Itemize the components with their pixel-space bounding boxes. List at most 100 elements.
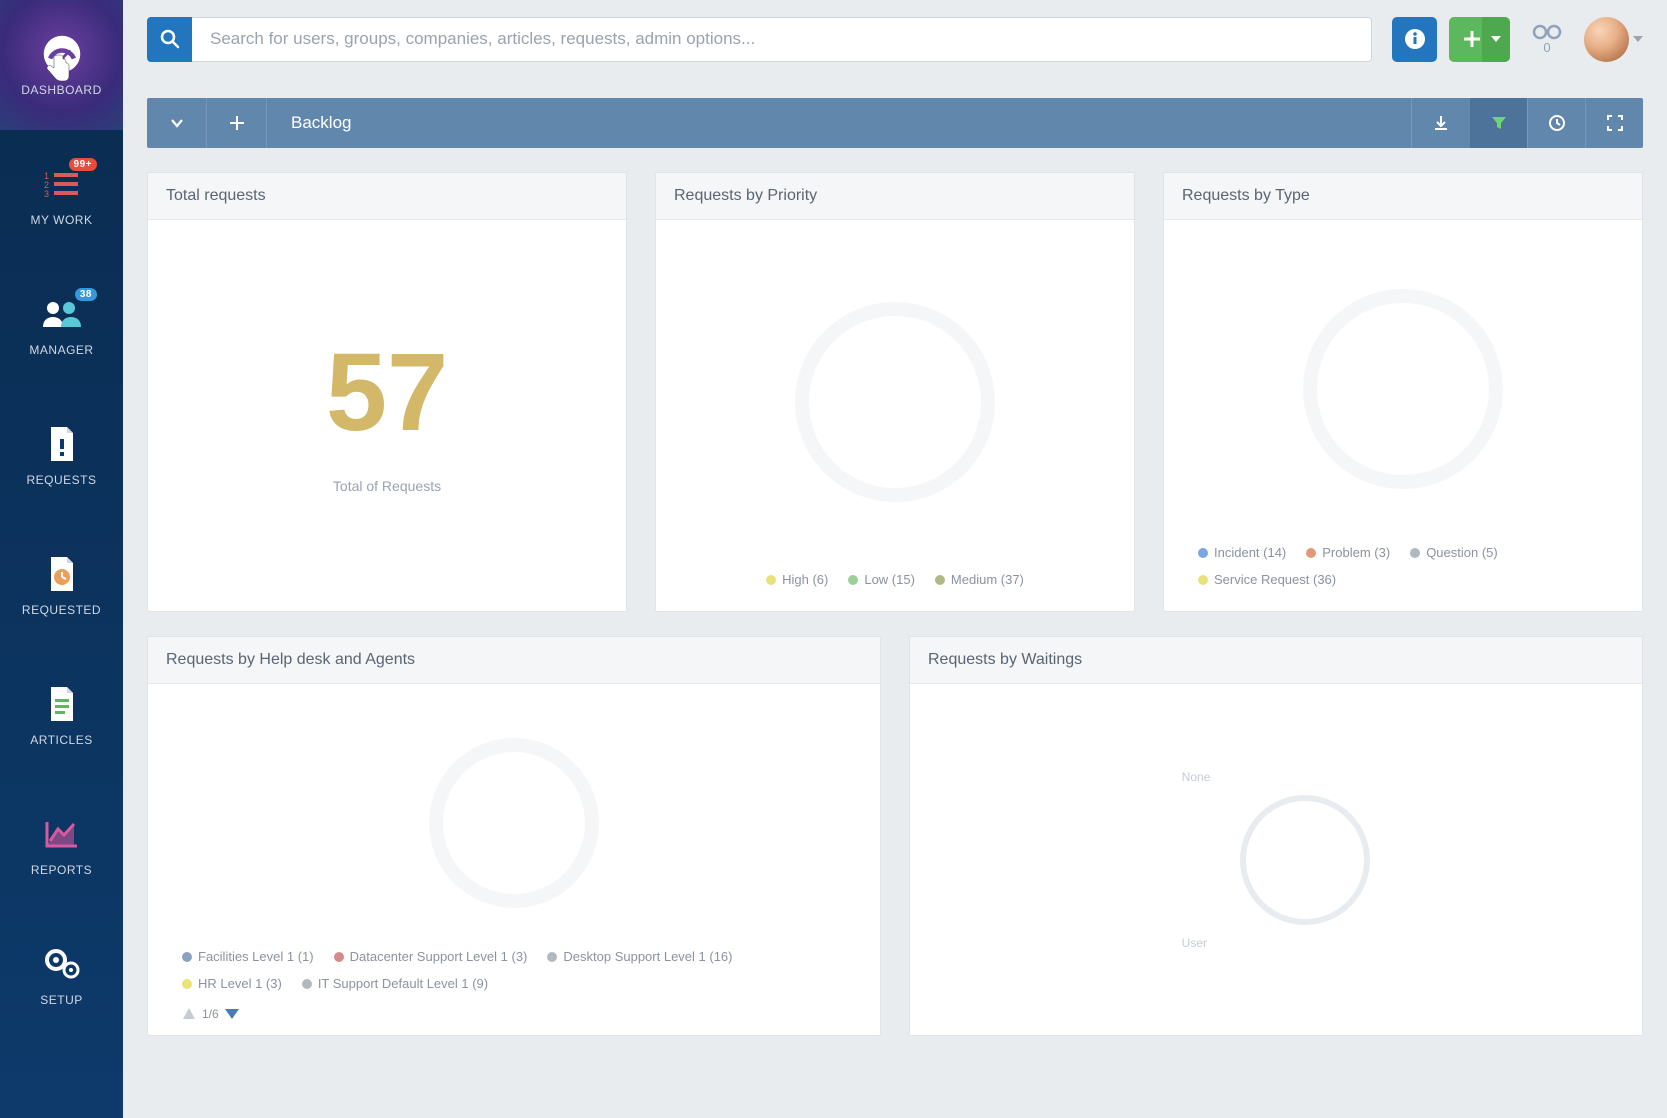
fullscreen-icon <box>1606 114 1624 132</box>
legend-dot <box>848 575 858 585</box>
pagebar-clock-button[interactable] <box>1527 98 1585 148</box>
legend-type: Incident (14) Problem (3) Question (5) S… <box>1184 537 1622 603</box>
card-requests-by-waitings: Requests by Waitings None User <box>909 636 1643 1036</box>
legend-item: Service Request (36) <box>1198 572 1336 587</box>
legend-item: HR Level 1 (3) <box>182 976 282 991</box>
legend-item: Desktop Support Level 1 (16) <box>547 949 732 964</box>
legend-dot <box>334 952 344 962</box>
card-title: Requests by Help desk and Agents <box>148 637 880 684</box>
legend-item: Low (15) <box>848 572 915 587</box>
ring-chart-placeholder <box>1240 795 1370 925</box>
sidebar-item-mywork[interactable]: 123 99+ MY WORK <box>0 130 123 260</box>
plus-icon <box>1462 29 1482 49</box>
legend-dot <box>182 952 192 962</box>
legend-item: IT Support Default Level 1 (9) <box>302 976 488 991</box>
card-requests-by-type: Requests by Type Incident (14) Problem (… <box>1163 172 1643 612</box>
legend-dot <box>547 952 557 962</box>
info-icon <box>1404 28 1426 50</box>
sidebar: DASHBOARD 123 99+ MY WORK 38 MANAGER REQ… <box>0 0 123 1118</box>
sidebar-item-reports[interactable]: REPORTS <box>0 780 123 910</box>
warning-icon <box>182 1007 196 1021</box>
legend-item: Question (5) <box>1410 545 1498 560</box>
page-header-bar: Backlog <box>147 98 1643 148</box>
legend-pager[interactable]: 1/6 <box>168 1007 253 1035</box>
card-requests-by-priority: Requests by Priority High (6) Low (15) M… <box>655 172 1135 612</box>
sidebar-item-label: MANAGER <box>29 343 93 357</box>
legend-item: Datacenter Support Level 1 (3) <box>334 949 528 964</box>
caret-down-icon <box>1633 36 1643 42</box>
legend-dot <box>1198 548 1208 558</box>
legend-item: Medium (37) <box>935 572 1024 587</box>
total-requests-value: 57 <box>326 338 448 448</box>
donut-chart-placeholder <box>795 302 995 502</box>
sidebar-item-articles[interactable]: ARTICLES <box>0 650 123 780</box>
sidebar-item-label: ARTICLES <box>30 733 92 747</box>
legend-item: Facilities Level 1 (1) <box>182 949 314 964</box>
chart-icon <box>41 813 83 855</box>
clock-icon <box>1548 114 1566 132</box>
pager-text: 1/6 <box>202 1007 219 1021</box>
axis-label: None <box>1182 770 1211 784</box>
sidebar-item-dashboard[interactable]: DASHBOARD <box>0 0 123 130</box>
card-title: Total requests <box>148 173 626 220</box>
pagebar-download-button[interactable] <box>1411 98 1469 148</box>
donut-chart-placeholder <box>429 738 599 908</box>
sidebar-item-label: SETUP <box>40 993 83 1007</box>
badge: 38 <box>75 288 97 301</box>
main: 0 Backlog <box>123 0 1667 1118</box>
filter-icon <box>1490 114 1508 132</box>
pagebar-fullscreen-button[interactable] <box>1585 98 1643 148</box>
incognito-toggle[interactable]: 0 <box>1522 24 1572 55</box>
card-title: Requests by Priority <box>656 173 1134 220</box>
sidebar-item-requests[interactable]: REQUESTS <box>0 390 123 520</box>
add-dropdown-caret[interactable] <box>1482 17 1510 62</box>
donut-chart-placeholder <box>1303 289 1503 489</box>
sidebar-item-label: REQUESTED <box>22 603 101 617</box>
plus-icon <box>229 115 245 131</box>
sidebar-item-label: DASHBOARD <box>21 83 102 97</box>
legend-priority: High (6) Low (15) Medium (37) <box>752 564 1038 603</box>
download-icon <box>1432 114 1450 132</box>
sidebar-item-label: REPORTS <box>31 863 92 877</box>
svg-text:3: 3 <box>44 189 50 198</box>
search-input[interactable] <box>192 17 1372 62</box>
legend-dot <box>1410 548 1420 558</box>
chevron-down-icon <box>169 115 185 131</box>
dashboard-grid: Total requests 57 Total of Requests Requ… <box>123 148 1667 1060</box>
sidebar-item-setup[interactable]: SETUP <box>0 910 123 1040</box>
axis-label: User <box>1182 936 1211 950</box>
caret-down-icon <box>1491 36 1501 42</box>
sidebar-item-requested[interactable]: REQUESTED <box>0 520 123 650</box>
pagebar-add-button[interactable] <box>207 98 267 148</box>
hand-cursor-icon <box>44 52 72 84</box>
page-title: Backlog <box>267 113 1411 133</box>
legend-agents: Facilities Level 1 (1) Datacenter Suppor… <box>168 941 860 1007</box>
pagebar-filter-button[interactable] <box>1469 98 1527 148</box>
file-clock-icon <box>41 553 83 595</box>
topbar: 0 <box>123 0 1667 78</box>
pagebar-collapse-button[interactable] <box>147 98 207 148</box>
legend-dot <box>1306 548 1316 558</box>
sidebar-item-manager[interactable]: 38 MANAGER <box>0 260 123 390</box>
legend-dot <box>1198 575 1208 585</box>
card-requests-by-agents: Requests by Help desk and Agents Facilit… <box>147 636 881 1036</box>
info-button[interactable] <box>1392 17 1437 62</box>
card-title: Requests by Waitings <box>910 637 1642 684</box>
legend-item: Incident (14) <box>1198 545 1286 560</box>
file-alert-icon <box>41 423 83 465</box>
search-icon <box>160 29 180 49</box>
card-title: Requests by Type <box>1164 173 1642 220</box>
legend-dot <box>302 979 312 989</box>
sidebar-item-label: REQUESTS <box>26 473 96 487</box>
legend-item: High (6) <box>766 572 828 587</box>
legend-dot <box>766 575 776 585</box>
search-button[interactable] <box>147 17 192 62</box>
triangle-down-icon <box>225 1009 239 1019</box>
cogs-icon <box>41 943 83 985</box>
legend-dot <box>935 575 945 585</box>
legend-dot <box>182 979 192 989</box>
file-text-icon <box>41 683 83 725</box>
sidebar-item-label: MY WORK <box>31 213 93 227</box>
user-menu[interactable] <box>1584 17 1643 62</box>
avatar <box>1584 17 1629 62</box>
